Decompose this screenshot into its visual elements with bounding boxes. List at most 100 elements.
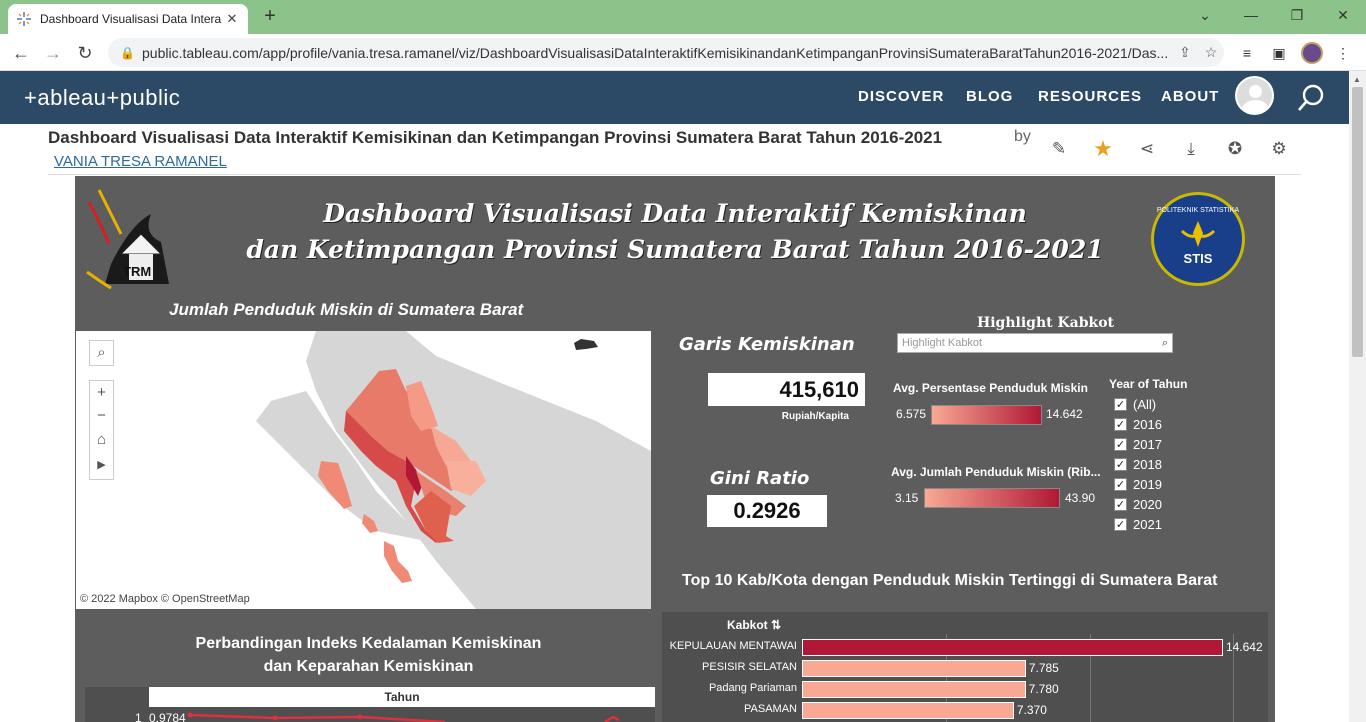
user-avatar[interactable] — [1235, 76, 1274, 115]
bookmark-star-icon[interactable]: ☆ — [1198, 44, 1224, 61]
scroll-thumb[interactable] — [1352, 87, 1363, 357]
year-label: 2019 — [1133, 477, 1162, 492]
legend-persentase-gradient — [931, 405, 1042, 425]
map-title: Jumlah Penduduk Miskin di Sumatera Barat — [169, 300, 524, 319]
back-button[interactable]: ← — [8, 40, 34, 66]
browser-tab[interactable]: Dashboard Visualisasi Data Intera ✕ — [8, 4, 248, 34]
garis-kemiskinan-value: 415,610 — [708, 373, 865, 406]
reading-list-icon[interactable]: ≡ — [1234, 40, 1260, 66]
year-option-2021[interactable]: ✓ 2021 — [1114, 517, 1162, 532]
settings-gear-icon[interactable]: ⚙ — [1268, 138, 1290, 160]
map-search-icon[interactable]: ⌕ — [89, 340, 114, 366]
tableau-public-logo[interactable]: +ableau+public — [24, 85, 180, 111]
comparison-line-chart[interactable]: Tahun 1 0.9784 — [85, 687, 655, 722]
year-option-2017[interactable]: ✓ 2017 — [1114, 437, 1162, 452]
legend-jumlah-gradient — [924, 488, 1060, 508]
nav-about[interactable]: ABOUT — [1161, 88, 1219, 105]
year-option-2016[interactable]: ✓ 2016 — [1114, 417, 1162, 432]
award-icon[interactable]: ✪ — [1224, 138, 1246, 160]
year-label: 2021 — [1133, 517, 1162, 532]
bar-category-label[interactable]: Padang Pariaman — [662, 682, 797, 694]
zoom-out-icon[interactable]: − — [90, 404, 113, 427]
zoom-in-icon[interactable]: + — [90, 381, 113, 404]
checkbox-checked-icon[interactable]: ✓ — [1114, 458, 1127, 471]
highlight-title: Highlight Kabkot — [977, 315, 1114, 331]
author-link[interactable]: VANIA TRESA RAMANEL — [54, 153, 227, 170]
bar[interactable] — [802, 639, 1223, 656]
browser-profile-avatar[interactable] — [1301, 42, 1323, 64]
checkbox-checked-icon[interactable]: ✓ — [1114, 518, 1127, 531]
close-window-button[interactable]: ✕ — [1328, 4, 1358, 26]
share-icon[interactable]: ⋖ — [1136, 138, 1158, 160]
tab-search-chevron-icon[interactable]: ⌄ — [1190, 4, 1220, 26]
tableau-favicon-icon — [16, 11, 32, 27]
minimize-button[interactable]: — — [1236, 4, 1266, 26]
dashboard-title-line1: Dashboard Visualisasi Data Interaktif Ke… — [323, 199, 1027, 228]
checkbox-checked-icon[interactable]: ✓ — [1114, 438, 1127, 451]
share-icon[interactable]: ⇪ — [1172, 44, 1198, 61]
top10-bar-chart[interactable]: Kabkot ⇅ KEPULAUAN MENTAWAI 14.642 PESISIR… — [662, 612, 1268, 722]
viz-by: by — [1014, 128, 1031, 145]
highlight-search-icon[interactable]: ⌕ — [1162, 334, 1168, 352]
forward-button[interactable]: → — [40, 40, 66, 66]
reload-button[interactable]: ↻ — [72, 40, 98, 66]
stis-ring-text: POLITEKNIK STATISTIKA — [1156, 207, 1240, 214]
year-option-2019[interactable]: ✓ 2019 — [1114, 477, 1162, 492]
gini-ratio-value: 0.2926 — [707, 495, 827, 527]
viz-title-bar: Dashboard Visualisasi Data Interaktif Ke… — [0, 124, 1349, 176]
garis-kemiskinan-unit: Rupiah/Kapita — [781, 411, 849, 422]
highlight-kabkot-input[interactable]: Highlight Kabkot ⌕ — [897, 333, 1173, 353]
avatar-body-icon — [1242, 100, 1269, 113]
dashboard-title-line2: dan Ketimpangan Provinsi Sumatera Barat … — [246, 235, 1104, 264]
page-scrollbar[interactable]: ▲ — [1349, 71, 1366, 722]
bar-chart-header[interactable]: Kabkot ⇅ — [727, 618, 781, 632]
year-option-all[interactable]: ✓ (All) — [1114, 397, 1156, 412]
side-panel-icon[interactable]: ▣ — [1266, 40, 1292, 66]
checkbox-checked-icon[interactable]: ✓ — [1114, 498, 1127, 511]
stis-text: STIS — [1183, 251, 1213, 266]
download-icon[interactable]: ⤓ — [1180, 138, 1202, 160]
edit-icon[interactable]: ✎ — [1048, 138, 1070, 160]
stis-logo: POLITEKNIK STATISTIKA STIS — [1151, 192, 1245, 286]
search-icon[interactable] — [1297, 83, 1327, 113]
bar[interactable] — [802, 660, 1026, 677]
scroll-up-icon[interactable]: ▲ — [1353, 75, 1361, 84]
year-option-2018[interactable]: ✓ 2018 — [1114, 457, 1162, 472]
url-field[interactable]: 🔒 public.tableau.com/app/profile/vania.t… — [108, 38, 1224, 67]
garis-kemiskinan-label: Garis Kemiskinan — [679, 334, 855, 355]
nav-resources[interactable]: RESOURCES — [1038, 88, 1142, 105]
checkbox-checked-icon[interactable]: ✓ — [1114, 478, 1127, 491]
nav-blog[interactable]: BLOG — [966, 88, 1013, 105]
bar-category-label[interactable]: KEPULAUAN MENTAWAI — [662, 640, 797, 652]
checkbox-checked-icon[interactable]: ✓ — [1114, 418, 1127, 431]
year-label: 2020 — [1133, 497, 1162, 512]
bar[interactable] — [802, 702, 1014, 719]
new-tab-button[interactable]: + — [258, 6, 282, 28]
map-attribution[interactable]: © 2022 Mapbox © OpenStreetMap — [80, 593, 250, 605]
checkbox-checked-icon[interactable]: ✓ — [1114, 398, 1127, 411]
favorite-star-icon[interactable]: ★ — [1092, 138, 1114, 160]
close-tab-icon[interactable]: ✕ — [224, 11, 240, 27]
sort-icon[interactable]: ⇅ — [771, 618, 781, 632]
bar-category-label[interactable]: PASAMAN — [662, 703, 797, 715]
bar-category-label[interactable]: PESISIR SELATAN — [662, 661, 797, 673]
legend-jumlah-title: Avg. Jumlah Penduduk Miskin (Rib... — [891, 465, 1101, 479]
map-shapes — [76, 331, 651, 609]
line-series — [187, 712, 620, 722]
divider — [48, 174, 1301, 175]
dashboard: TRM Dashboard Visualisasi Data Interakti… — [75, 176, 1275, 722]
nav-discover[interactable]: DISCOVER — [858, 88, 944, 105]
year-label: 2016 — [1133, 417, 1162, 432]
year-label: 2017 — [1133, 437, 1162, 452]
legend-jumlah-max: 43.90 — [1065, 491, 1096, 505]
map-view[interactable]: ⌕ + − ⌂ ▶ © 2022 Mapbox © OpenStreetMap — [76, 331, 651, 609]
address-bar: ← → ↻ 🔒 public.tableau.com/app/profile/v… — [0, 34, 1366, 71]
expand-arrow-icon[interactable]: ▶ — [90, 452, 113, 479]
bar[interactable] — [802, 681, 1026, 698]
year-option-2020[interactable]: ✓ 2020 — [1114, 497, 1162, 512]
home-icon[interactable]: ⌂ — [90, 427, 113, 452]
menu-kebab-icon[interactable]: ⋮ — [1330, 40, 1356, 66]
restore-button[interactable]: ❐ — [1282, 4, 1312, 26]
highlight-placeholder: Highlight Kabkot — [902, 337, 983, 349]
kabkot-header-label: Kabkot — [727, 618, 768, 632]
